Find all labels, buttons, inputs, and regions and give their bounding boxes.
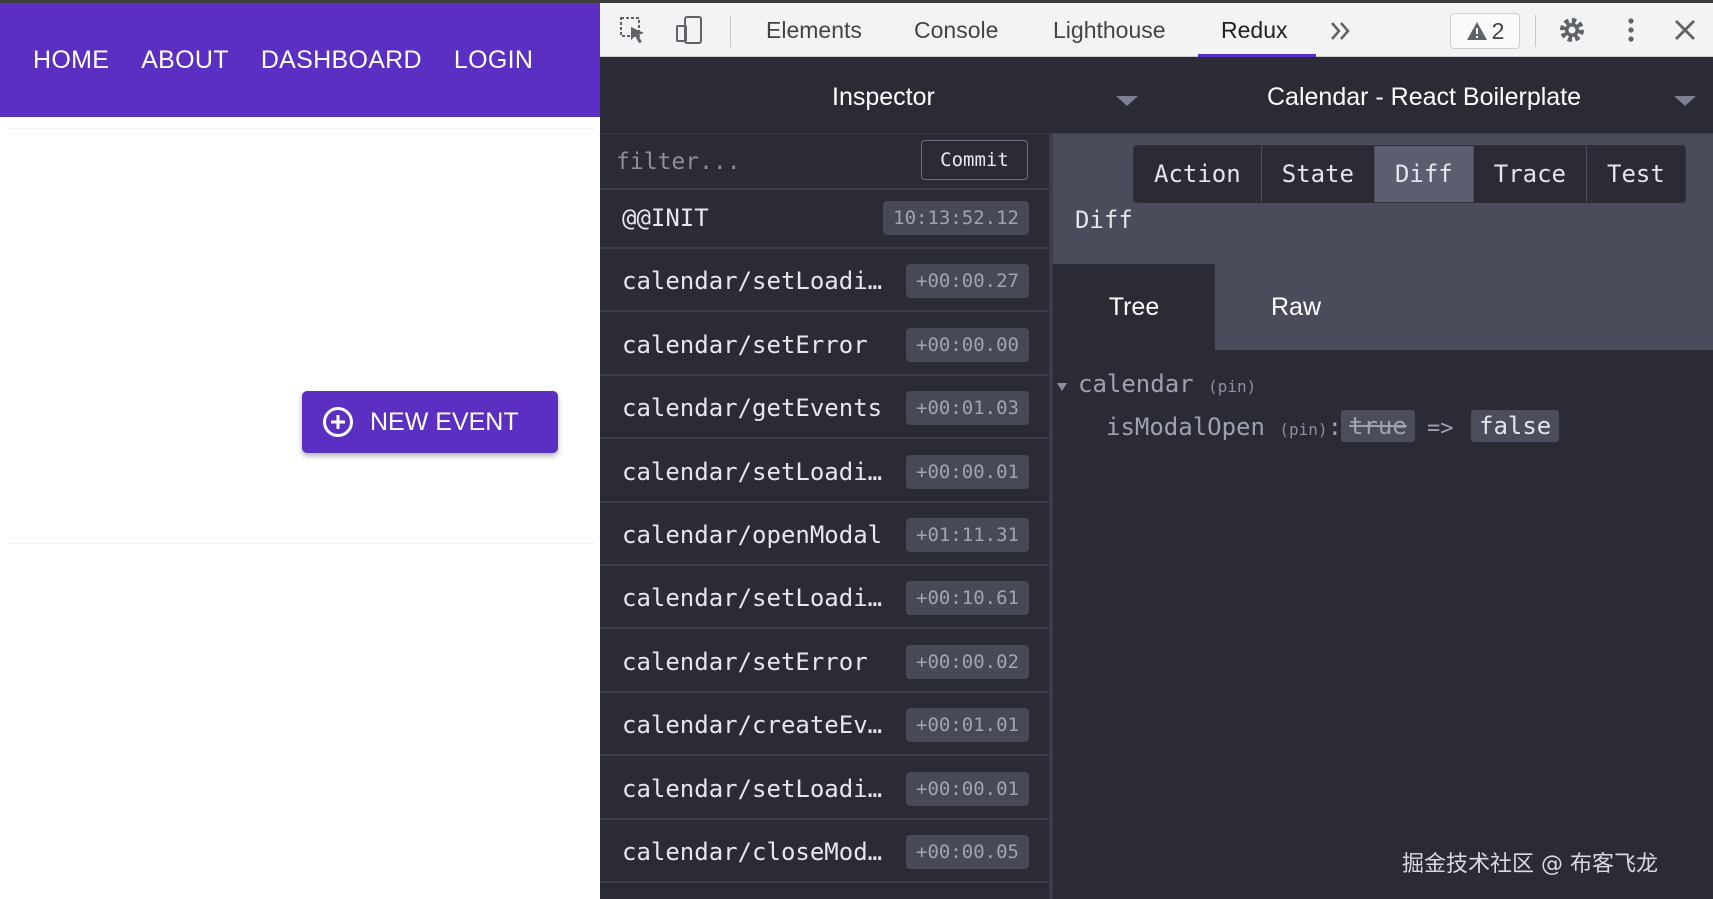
action-timestamp: +00:10.61 — [906, 581, 1029, 616]
nav-about-link[interactable]: ABOUT — [141, 46, 229, 75]
inspector-select[interactable]: Inspector — [832, 83, 935, 112]
tab-redux[interactable]: Redux — [1221, 17, 1287, 44]
diff-arrow: => — [1427, 416, 1454, 441]
action-row[interactable]: calendar/setError +00:00.02 — [600, 632, 1049, 693]
device-toggle-icon[interactable] — [674, 15, 704, 45]
tree-node-root[interactable]: calendar (pin) — [1078, 370, 1256, 398]
app-navbar: HOME ABOUT DASHBOARD LOGIN — [0, 0, 600, 117]
nav-home-link[interactable]: HOME — [33, 46, 109, 75]
kebab-menu-icon[interactable] — [1616, 15, 1646, 45]
monitor-header: Action State Diff Trace Test Diff — [1053, 134, 1713, 264]
tab-elements[interactable]: Elements — [766, 17, 862, 44]
tab-state[interactable]: State — [1261, 146, 1375, 202]
action-row[interactable]: calendar/setLoadi… +00:00.01 — [600, 442, 1049, 503]
more-tabs-chevron-icon[interactable] — [1328, 18, 1354, 44]
old-value: true — [1341, 410, 1415, 442]
action-name: calendar/setError — [622, 330, 868, 359]
app-viewport: HOME ABOUT DASHBOARD LOGIN NEW EVENT — [0, 0, 600, 899]
action-timestamp: +00:01.03 — [906, 391, 1029, 426]
new-event-label: NEW EVENT — [370, 407, 519, 436]
close-icon[interactable] — [1670, 15, 1700, 45]
action-timestamp: +00:01.01 — [906, 708, 1029, 743]
action-row[interactable]: calendar/setError +00:00.00 — [600, 315, 1049, 376]
action-name: calendar/openModal — [622, 521, 883, 549]
action-name: calendar/createEv… — [622, 711, 883, 740]
chevron-down-icon[interactable] — [1674, 96, 1696, 106]
nav-dashboard-link[interactable]: DASHBOARD — [261, 46, 422, 75]
action-name: calendar/setLoadi… — [622, 584, 883, 613]
action-timestamp: +00:00.00 — [906, 327, 1029, 362]
diff-key: isModalOpen — [1106, 413, 1265, 441]
instance-select[interactable]: Calendar - React Boilerplate — [1267, 83, 1581, 112]
new-value: false — [1471, 410, 1560, 442]
action-timestamp: +00:00.02 — [906, 644, 1029, 679]
action-timestamp: +00:00.05 — [906, 835, 1029, 869]
warnings-count: 2 — [1491, 17, 1505, 44]
pin-link[interactable]: (pin) — [1279, 420, 1327, 439]
filter-input[interactable] — [614, 144, 898, 180]
inspect-element-icon[interactable] — [618, 15, 648, 45]
tree-node-key: isModalOpen (pin): — [1106, 413, 1343, 441]
monitor-tabs: Action State Diff Trace Test — [1133, 145, 1686, 203]
tab-console[interactable]: Console — [914, 17, 998, 44]
action-list: Commit @@INIT 10:13:52.12 calendar/setLoad… — [600, 134, 1053, 899]
action-row[interactable]: calendar/createEv… +00:01.01 — [600, 695, 1049, 757]
root-key: calendar — [1078, 370, 1194, 398]
section-title: Diff — [1075, 206, 1133, 234]
action-name: calendar/getEvents — [622, 394, 883, 423]
action-row[interactable]: calendar/openModal +01:11.31 — [600, 505, 1049, 566]
tab-raw[interactable]: Raw — [1215, 264, 1377, 350]
commit-button[interactable]: Commit — [921, 140, 1028, 180]
view-tabs: Tree Raw — [1053, 264, 1713, 350]
action-row[interactable]: calendar/setLoadi… +00:00.01 — [600, 759, 1049, 820]
grid-line — [8, 128, 593, 129]
tab-tree[interactable]: Tree — [1053, 264, 1215, 350]
action-row[interactable]: calendar/closeMod… +00:00.05 — [600, 822, 1049, 883]
action-timestamp: +00:00.01 — [906, 771, 1029, 806]
action-timestamp: +01:11.31 — [906, 518, 1029, 552]
toolbar-separator — [1535, 15, 1536, 47]
action-row[interactable]: calendar/setLoadi… +00:00.27 — [600, 251, 1049, 313]
watermark-text: 掘金技术社区 @ 布客飞龙 — [1402, 852, 1658, 877]
devtools-panel: Elements Console Lighthouse Redux 2 Insp… — [600, 0, 1713, 899]
action-name: calendar/setLoadi… — [622, 267, 883, 296]
new-event-button[interactable]: NEW EVENT — [302, 391, 558, 453]
action-timestamp: +00:00.01 — [906, 454, 1029, 489]
action-row[interactable]: @@INIT 10:13:52.12 — [600, 188, 1049, 249]
warning-icon — [1466, 22, 1487, 40]
action-name: calendar/setLoadi… — [622, 457, 883, 486]
tab-test[interactable]: Test — [1587, 146, 1685, 202]
action-name: calendar/closeMod… — [622, 838, 883, 866]
tab-trace[interactable]: Trace — [1473, 146, 1587, 202]
settings-gear-icon[interactable] — [1557, 15, 1587, 45]
tab-action[interactable]: Action — [1134, 146, 1262, 202]
expand-caret-icon[interactable] — [1057, 383, 1067, 391]
action-name: @@INIT — [622, 204, 709, 232]
filter-row: Commit — [600, 134, 1049, 190]
grid-line — [8, 543, 593, 544]
action-timestamp: +00:00.27 — [906, 264, 1029, 299]
pin-link[interactable]: (pin) — [1208, 377, 1256, 396]
tab-lighthouse[interactable]: Lighthouse — [1053, 17, 1166, 44]
action-timestamp: 10:13:52.12 — [883, 201, 1029, 235]
action-row[interactable]: calendar/setLoadi… +00:10.61 — [600, 568, 1049, 630]
redux-header: Inspector Calendar - React Boilerplate — [600, 57, 1713, 134]
add-circle-icon — [323, 407, 353, 437]
action-row[interactable]: calendar/getEvents +00:01.03 — [600, 378, 1049, 440]
devtools-toolbar: Elements Console Lighthouse Redux 2 — [600, 0, 1713, 57]
action-name: calendar/setLoadi… — [622, 774, 883, 803]
nav-login-link[interactable]: LOGIN — [454, 46, 533, 75]
tab-diff[interactable]: Diff — [1374, 146, 1474, 202]
toolbar-separator — [730, 15, 731, 47]
chevron-down-icon[interactable] — [1116, 96, 1138, 106]
warnings-badge[interactable]: 2 — [1450, 13, 1520, 49]
action-name: calendar/setError — [622, 647, 868, 676]
diff-tree: calendar (pin) isModalOpen (pin): true =… — [1053, 350, 1713, 899]
